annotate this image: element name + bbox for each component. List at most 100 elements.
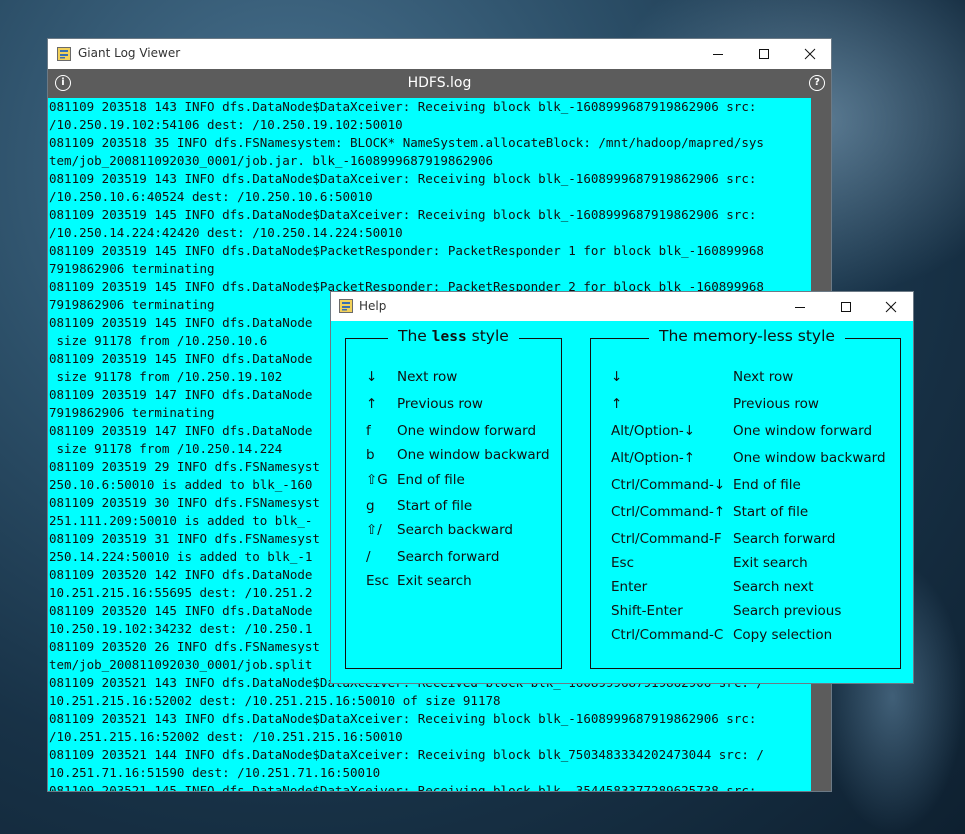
log-line: 081109 203519 143 INFO dfs.DataNode$Data… <box>49 171 757 186</box>
less-shortcut-action: Next row <box>397 369 458 385</box>
less-shortcut-row: ↓ Next row <box>346 369 561 389</box>
memoryless-shortcut-row: Ctrl/Command-↑ Start of file <box>591 504 900 524</box>
log-line: tem/job_200811092030_0001/job.jar. blk_-… <box>49 153 494 168</box>
memoryless-shortcut-key: Ctrl/Command-↑ <box>611 504 726 520</box>
memoryless-shortcut-action: Next row <box>733 369 794 385</box>
memoryless-shortcut-row: Alt/Option-↓ One window forward <box>591 423 900 443</box>
less-shortcut-key: b <box>366 447 375 463</box>
less-shortcut-row: b One window backward <box>346 447 561 467</box>
memoryless-style-title: The memory-less style <box>649 327 845 345</box>
window-title: Giant Log Viewer <box>78 46 181 60</box>
log-line: 081109 203518 35 INFO dfs.FSNamesystem: … <box>49 135 764 150</box>
less-shortcut-key: / <box>366 549 371 565</box>
less-shortcut-row: ⇧G End of file <box>346 472 561 492</box>
memoryless-shortcut-row: Ctrl/Command-F Search forward <box>591 531 900 551</box>
memoryless-shortcut-action: Previous row <box>733 396 819 412</box>
memoryless-shortcut-key: ↑ <box>611 396 623 412</box>
log-line: 10.251.215.16:52002 dest: /10.251.215.16… <box>49 693 501 708</box>
less-shortcut-row: ⇧/ Search backward <box>346 522 561 542</box>
less-shortcut-row: f One window forward <box>346 423 561 443</box>
log-line: 081109 203519 145 INFO dfs.DataNode$Data… <box>49 207 757 222</box>
maximize-icon <box>759 49 769 59</box>
memoryless-shortcut-key: Alt/Option-↑ <box>611 450 696 466</box>
less-shortcut-row: / Search forward <box>346 549 561 569</box>
memoryless-shortcut-key: Esc <box>611 555 634 571</box>
less-style-section: The less style ↓ Next row ↑ Previous row f On… <box>345 327 562 669</box>
less-shortcut-action: Start of file <box>397 498 473 514</box>
memoryless-shortcut-row: Shift-Enter Search previous <box>591 603 900 623</box>
log-line: 7919862906 terminating <box>49 261 215 276</box>
close-icon <box>885 301 897 312</box>
less-shortcut-action: End of file <box>397 472 465 488</box>
memoryless-shortcut-key: Shift-Enter <box>611 603 683 619</box>
less-shortcut-row: g Start of file <box>346 498 561 518</box>
minimize-icon <box>795 306 805 308</box>
memoryless-shortcut-action: Search next <box>733 579 814 595</box>
main-titlebar[interactable]: Giant Log Viewer <box>48 39 831 69</box>
help-close-button[interactable] <box>868 292 914 321</box>
less-style-title: The less style <box>388 327 519 345</box>
memoryless-shortcut-action: Search forward <box>733 531 836 547</box>
log-line: 081109 203521 143 INFO dfs.DataNode$Data… <box>49 711 757 726</box>
memoryless-shortcut-key: Alt/Option-↓ <box>611 423 696 439</box>
minimize-button[interactable] <box>695 39 741 69</box>
less-shortcut-key: ⇧/ <box>366 522 382 538</box>
log-line: 081109 203521 144 INFO dfs.DataNode$Data… <box>49 747 764 762</box>
memoryless-style-section: The memory-less style ↓ Next row ↑ Previous… <box>590 327 901 669</box>
less-shortcut-key: ↑ <box>366 396 378 412</box>
memoryless-shortcut-action: Copy selection <box>733 627 833 643</box>
memoryless-shortcut-action: Start of file <box>733 504 809 520</box>
close-button[interactable] <box>787 39 831 69</box>
log-line: 081109 203519 145 INFO dfs.DataNode$Pack… <box>49 243 764 258</box>
less-shortcut-action: One window forward <box>397 423 537 439</box>
memoryless-shortcut-row: Enter Search next <box>591 579 900 599</box>
memoryless-shortcut-row: Alt/Option-↑ One window backward <box>591 450 900 470</box>
file-title: HDFS.log <box>407 75 472 91</box>
less-shortcut-row: Esc Exit search <box>346 573 561 593</box>
memoryless-shortcut-key: Enter <box>611 579 648 595</box>
memoryless-shortcut-key: Ctrl/Command-F <box>611 531 722 547</box>
help-maximize-button[interactable] <box>823 292 869 321</box>
log-line: /10.250.10.6:40524 dest: /10.250.10.6:50… <box>49 189 373 204</box>
memoryless-shortcut-action: Search previous <box>733 603 842 619</box>
less-shortcut-key: g <box>366 498 375 514</box>
less-shortcut-key: Esc <box>366 573 389 589</box>
less-shortcut-action: Search forward <box>397 549 500 565</box>
memoryless-shortcut-key: ↓ <box>611 369 623 385</box>
memoryless-shortcut-action: End of file <box>733 477 801 493</box>
log-line: /10.250.14.224:42420 dest: /10.250.14.22… <box>49 225 403 240</box>
less-shortcut-action: Previous row <box>397 396 483 412</box>
memoryless-shortcut-key: Ctrl/Command-C <box>611 627 724 643</box>
memoryless-shortcut-action: One window backward <box>733 450 886 466</box>
help-icon[interactable]: ? <box>809 75 825 91</box>
log-line: 10.251.71.16:51590 dest: /10.251.71.16:5… <box>49 765 381 780</box>
close-icon <box>804 48 816 60</box>
help-window: Help The less style ↓ Next row ↑ Previous r… <box>330 291 914 684</box>
log-line: /10.250.19.102:54106 dest: /10.250.19.10… <box>49 117 403 132</box>
app-icon <box>339 299 353 313</box>
memoryless-shortcut-action: Exit search <box>733 555 808 571</box>
help-minimize-button[interactable] <box>777 292 823 321</box>
less-shortcut-action: One window backward <box>397 447 550 463</box>
memoryless-shortcut-row: ↑ Previous row <box>591 396 900 416</box>
app-icon <box>57 47 71 61</box>
less-shortcut-key: ⇧G <box>366 472 388 488</box>
maximize-icon <box>841 301 851 312</box>
file-toolbar: i HDFS.log ? <box>48 69 831 98</box>
less-shortcut-key: f <box>366 423 371 439</box>
memoryless-shortcut-row: Ctrl/Command-↓ End of file <box>591 477 900 497</box>
help-titlebar[interactable]: Help <box>331 292 913 321</box>
log-line: 081109 203518 143 INFO dfs.DataNode$Data… <box>49 99 757 114</box>
log-line: 081109 203521 145 INFO dfs.DataNode$Data… <box>49 783 757 791</box>
memoryless-shortcut-row: Esc Exit search <box>591 555 900 575</box>
help-title: Help <box>359 299 387 313</box>
minimize-icon <box>713 54 723 55</box>
log-line: /10.251.215.16:52002 dest: /10.251.215.1… <box>49 729 403 744</box>
less-shortcut-row: ↑ Previous row <box>346 396 561 416</box>
memoryless-shortcut-action: One window forward <box>733 423 873 439</box>
maximize-button[interactable] <box>741 39 787 69</box>
less-shortcut-key: ↓ <box>366 369 378 385</box>
memoryless-shortcut-row: ↓ Next row <box>591 369 900 389</box>
memoryless-shortcut-key: Ctrl/Command-↓ <box>611 477 726 493</box>
less-shortcut-action: Exit search <box>397 573 472 589</box>
